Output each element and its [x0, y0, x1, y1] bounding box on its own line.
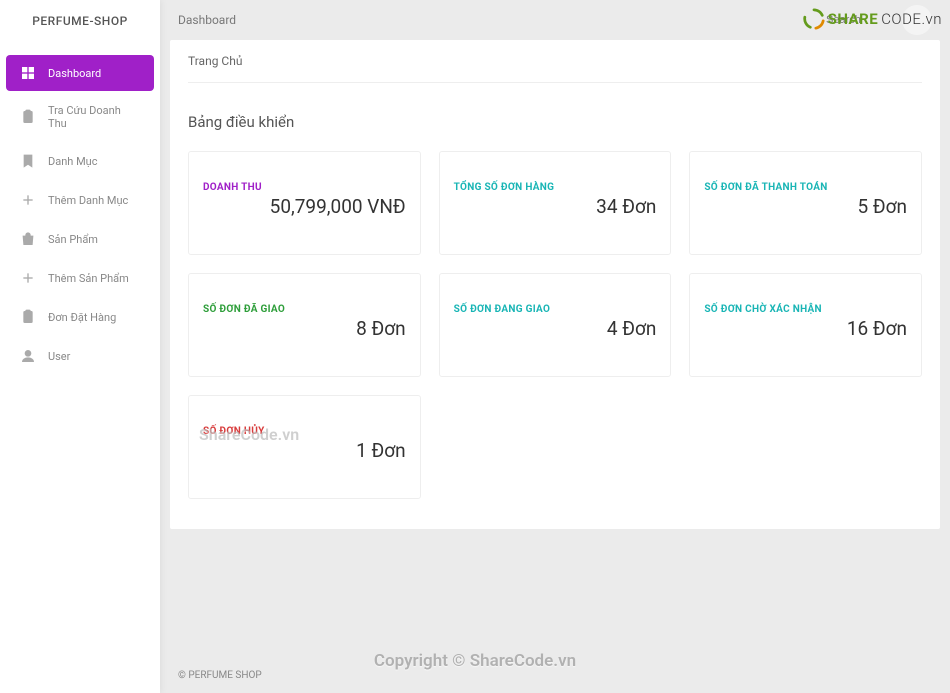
clipboard-icon	[20, 309, 36, 325]
sidebar-item-label: Đơn Đặt Hàng	[48, 311, 116, 324]
topbar-right	[822, 5, 932, 35]
sidebar: PERFUME-SHOP Dashboard Tra Cứu Doanh Thu…	[0, 0, 160, 693]
stat-value: 1 Đơn	[203, 439, 406, 462]
stat-card-delivered: SỐ ĐƠN ĐÃ GIAO 8 Đơn	[188, 273, 421, 377]
sidebar-item-products[interactable]: Sản Phẩm	[6, 221, 154, 257]
sidebar-item-label: Thêm Danh Mục	[48, 194, 128, 207]
stats-grid: DOANH THU 50,799,000 VNĐ TỔNG SỐ ĐƠN HÀN…	[188, 151, 922, 499]
stat-value: 8 Đơn	[203, 317, 406, 340]
topbar: Dashboard	[160, 0, 950, 40]
sidebar-item-label: Thêm Sản Phẩm	[48, 272, 129, 285]
sidebar-item-add-product[interactable]: Thêm Sản Phẩm	[6, 260, 154, 296]
sidebar-item-label: User	[48, 350, 70, 363]
sidebar-item-orders[interactable]: Đơn Đặt Hàng	[6, 299, 154, 335]
stat-label: SỐ ĐƠN HỦY	[203, 426, 406, 437]
stat-label: DOANH THU	[203, 182, 406, 193]
content: Trang Chủ Bảng điều khiển DOANH THU 50,7…	[170, 40, 940, 648]
stat-label: SỐ ĐƠN ĐANG GIAO	[454, 304, 657, 315]
panel-title: Bảng điều khiển	[188, 83, 922, 151]
page-title: Dashboard	[178, 13, 236, 27]
plus-icon	[20, 192, 36, 208]
sidebar-item-label: Tra Cứu Doanh Thu	[48, 104, 140, 130]
user-icon	[20, 348, 36, 364]
stat-value: 50,799,000 VNĐ	[203, 195, 406, 218]
dashboard-icon	[20, 65, 36, 81]
stat-value: 34 Đơn	[454, 195, 657, 218]
sidebar-item-dashboard[interactable]: Dashboard	[6, 55, 154, 91]
breadcrumb: Trang Chủ	[188, 40, 922, 83]
clipboard-icon	[20, 109, 36, 125]
stat-label: SỐ ĐƠN ĐÃ THANH TOÁN	[704, 182, 907, 193]
sidebar-item-category[interactable]: Danh Mục	[6, 143, 154, 179]
nav: Dashboard Tra Cứu Doanh Thu Danh Mục Thê…	[0, 42, 160, 377]
stat-card-revenue: DOANH THU 50,799,000 VNĐ	[188, 151, 421, 255]
sidebar-item-user[interactable]: User	[6, 338, 154, 374]
plus-icon	[20, 270, 36, 286]
stat-card-delivering: SỐ ĐƠN ĐANG GIAO 4 Đơn	[439, 273, 672, 377]
stat-card-paid: SỐ ĐƠN ĐÃ THANH TOÁN 5 Đơn	[689, 151, 922, 255]
stat-label: SỐ ĐƠN ĐÃ GIAO	[203, 304, 406, 315]
stat-card-pending: SỐ ĐƠN CHỜ XÁC NHẬN 16 Đơn	[689, 273, 922, 377]
stat-label: SỐ ĐƠN CHỜ XÁC NHẬN	[704, 304, 907, 315]
bag-icon	[20, 231, 36, 247]
sidebar-item-label: Danh Mục	[48, 155, 98, 168]
bookmark-icon	[20, 153, 36, 169]
sidebar-item-label: Dashboard	[48, 67, 101, 80]
stat-card-total-orders: TỔNG SỐ ĐƠN HÀNG 34 Đơn	[439, 151, 672, 255]
sidebar-item-revenue[interactable]: Tra Cứu Doanh Thu	[6, 94, 154, 140]
footer: © PERFUME SHOP	[160, 658, 950, 693]
stat-label: TỔNG SỐ ĐƠN HÀNG	[454, 182, 657, 193]
content-card: Trang Chủ Bảng điều khiển DOANH THU 50,7…	[170, 40, 940, 529]
main: Dashboard Trang Chủ Bảng điều khiển DOAN…	[160, 0, 950, 693]
sidebar-item-label: Sản Phẩm	[48, 233, 98, 246]
brand-title: PERFUME-SHOP	[0, 0, 160, 42]
stat-card-cancelled: SỐ ĐƠN HỦY 1 Đơn	[188, 395, 421, 499]
stat-value: 5 Đơn	[704, 195, 907, 218]
sidebar-item-add-category[interactable]: Thêm Danh Mục	[6, 182, 154, 218]
stat-value: 16 Đơn	[704, 317, 907, 340]
search-input[interactable]	[822, 10, 892, 30]
stat-value: 4 Đơn	[454, 317, 657, 340]
avatar[interactable]	[902, 5, 932, 35]
